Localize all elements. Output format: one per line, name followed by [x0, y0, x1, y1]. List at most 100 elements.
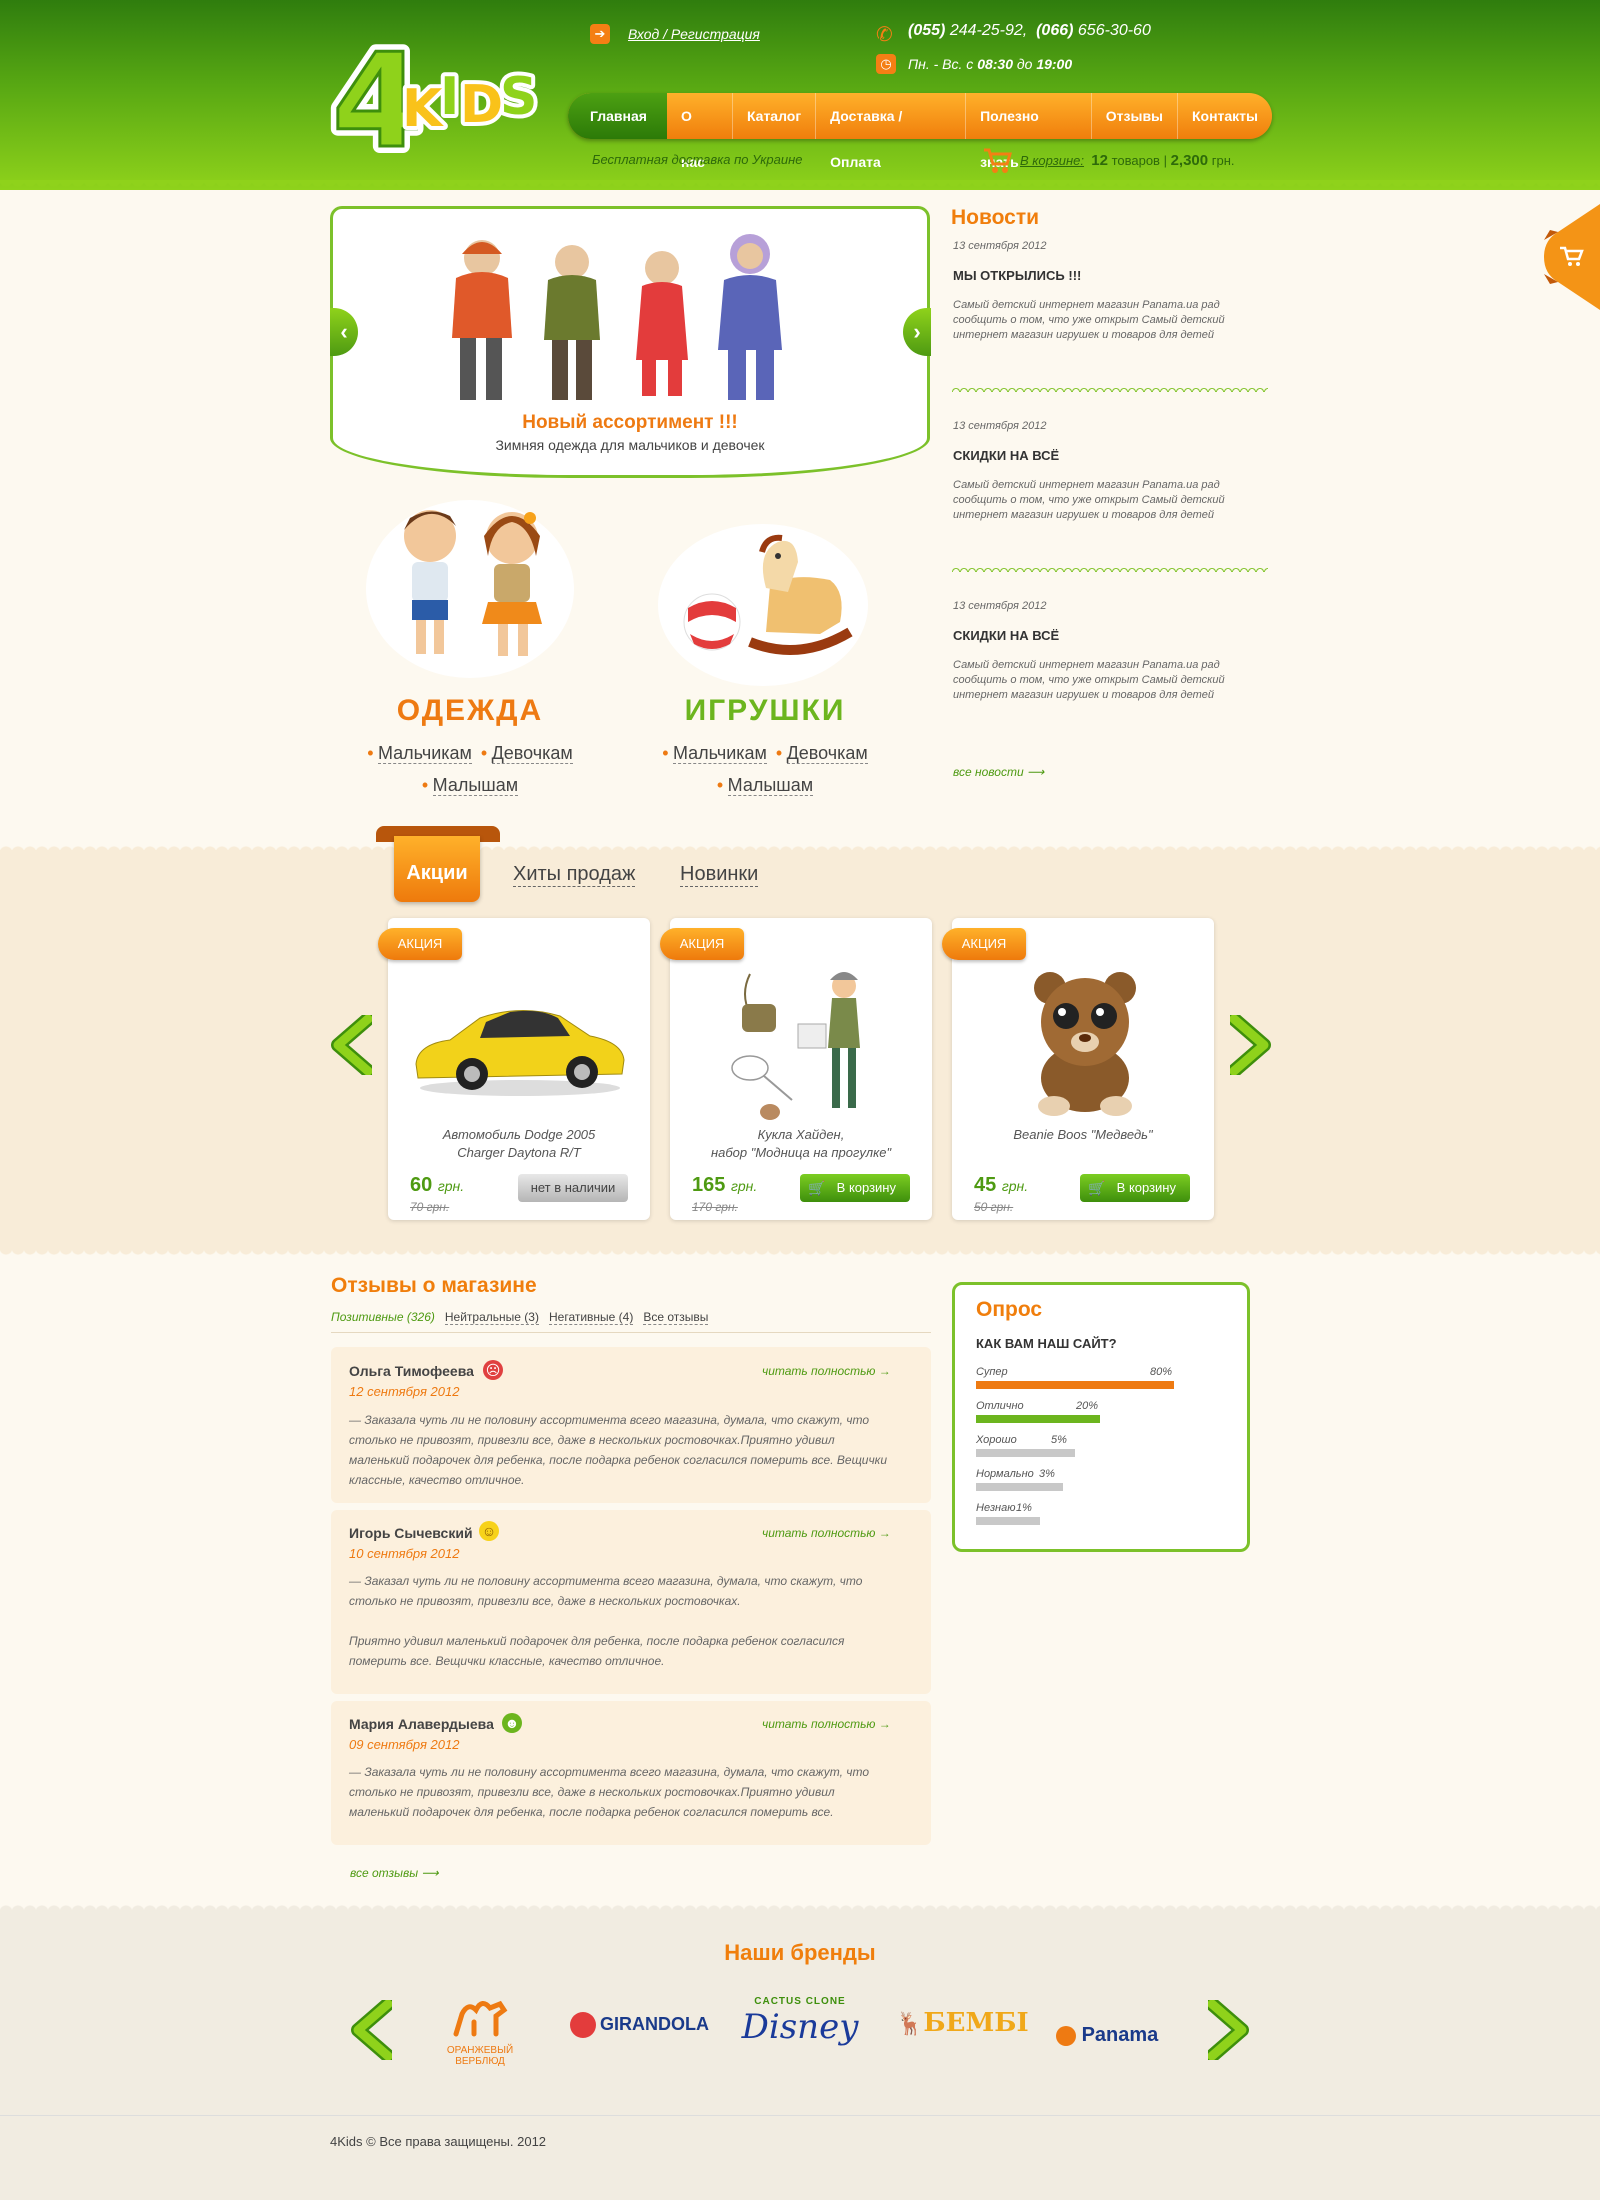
svg-text:D: D: [460, 75, 503, 135]
deer-icon: 🦌: [896, 2011, 924, 2037]
nav-contacts[interactable]: Контакты: [1178, 93, 1272, 139]
poll-options: Супер 80% Отлично 20% Хорошо 5% Нормально 3% Нез…: [976, 1366, 1224, 1536]
svg-text:K: K: [402, 79, 444, 139]
cart-count-unit: товаров: [1111, 153, 1160, 168]
phone2-code: (066): [1036, 22, 1074, 39]
product-old-price: 170 грн.: [692, 1200, 738, 1214]
filter-neutral[interactable]: Нейтральные (3): [444, 1310, 539, 1325]
product-name[interactable]: Автомобиль Dodge 2005 Charger Daytona R/T: [388, 1126, 650, 1162]
filter-all[interactable]: Все отзывы: [643, 1310, 709, 1325]
brand-logo-bembi[interactable]: 🦌БЕМБІ: [896, 2008, 1029, 2038]
poll-option[interactable]: Супер 80%: [976, 1366, 1224, 1400]
promo-wave-top: [0, 843, 1600, 853]
cart-icon: 🛒: [808, 1180, 826, 1196]
poll-question: КАК ВАМ НАШ САЙТ?: [976, 1336, 1117, 1351]
news-title[interactable]: СКИДКИ НА ВСЁ: [953, 628, 1059, 643]
login-icon: ➔: [590, 24, 610, 44]
poll-option-percent: 20%: [1076, 1400, 1099, 1412]
brands-prev-arrow[interactable]: [350, 2000, 392, 2060]
phone-icon: ✆: [876, 24, 893, 46]
neutral-smiley-icon: ☺: [479, 1521, 499, 1541]
tab-promotions[interactable]: Акции: [394, 836, 480, 902]
news-divider: [952, 386, 1268, 392]
product-old-price: 70 грн.: [410, 1200, 450, 1214]
negative-smiley-icon: ☹: [483, 1360, 503, 1380]
brand-logo-orange-camel[interactable]: ОРАНЖЕВЫЙ ВЕРБЛЮД: [430, 1994, 530, 2068]
product-old-price: 50 грн.: [974, 1200, 1014, 1214]
add-to-cart-button[interactable]: 🛒 В корзину: [800, 1174, 910, 1202]
cart-icon[interactable]: [982, 146, 1012, 174]
poll-option-percent: 3%: [1039, 1468, 1055, 1480]
brand-logo-cactus-disney[interactable]: CACTUS CLONE Disney: [740, 1996, 860, 2047]
clothes-babies-link[interactable]: Малышам: [432, 775, 519, 796]
clothes-category-image[interactable]: [380, 496, 560, 666]
review-date: 12 сентября 2012: [349, 1384, 460, 1399]
review-author: Ольга Тимофеева: [349, 1363, 474, 1379]
out-of-stock-button[interactable]: нет в наличии: [518, 1174, 628, 1202]
brand-logo-panama[interactable]: Panama: [1056, 2024, 1158, 2047]
products-next-arrow[interactable]: [1230, 1015, 1272, 1075]
nav-catalog[interactable]: Каталог: [733, 93, 815, 139]
brand-logo-girandola[interactable]: GIRANDOLA: [570, 2012, 709, 2038]
tab-new[interactable]: Новинки: [680, 862, 759, 887]
category-toys-title[interactable]: ИГРУШКИ: [650, 694, 880, 728]
brands-heading: Наши бренды: [724, 1940, 876, 1965]
poll-option-label: Хорошо: [976, 1434, 1017, 1446]
add-to-cart-button[interactable]: 🛒 В корзину: [1080, 1174, 1190, 1202]
promo-badge: АКЦИЯ: [660, 928, 744, 960]
product-image-bear[interactable]: [1010, 960, 1160, 1120]
cart-link[interactable]: В корзине:: [1020, 153, 1084, 168]
reviews-heading: Отзывы о магазине: [331, 1274, 537, 1297]
review-author: Мария Алавердыева: [349, 1716, 494, 1732]
nav-useful[interactable]: Полезно знать: [966, 93, 1091, 170]
toys-babies-link[interactable]: Малышам: [727, 775, 814, 796]
product-image-doll[interactable]: [720, 964, 890, 1124]
poll-option[interactable]: Нормально 3%: [976, 1468, 1224, 1502]
product-name[interactable]: Кукла Хайден, набор "Модница на прогулке": [670, 1126, 932, 1162]
filter-negative[interactable]: Негативные (4): [548, 1310, 634, 1325]
product-price: 60 грн.: [410, 1174, 465, 1196]
tab-bestsellers[interactable]: Хиты продаж: [513, 862, 636, 887]
nav-reviews[interactable]: Отзывы: [1092, 93, 1177, 139]
clothes-boys-link[interactable]: Мальчикам: [377, 743, 472, 764]
toys-links: • Мальчикам • Девочкам • Малышам: [662, 743, 868, 796]
login-link[interactable]: Вход / Регистрация: [628, 26, 760, 42]
clothes-girls-link[interactable]: Девочкам: [491, 743, 573, 764]
read-more-link[interactable]: читать полностью →: [762, 1526, 891, 1540]
all-news-link[interactable]: все новости ⟶: [953, 765, 1044, 779]
poll-option-label: Супер: [976, 1366, 1008, 1378]
slider-title: Новый ассортимент !!!: [522, 412, 738, 433]
nav-about[interactable]: О нас: [667, 93, 732, 170]
poll-heading: Опрос: [976, 1298, 1043, 1321]
phone2-number: 656-30-60: [1077, 22, 1151, 39]
news-title[interactable]: СКИДКИ НА ВСЁ: [953, 448, 1059, 463]
poll-option[interactable]: Хорошо 5%: [976, 1434, 1224, 1468]
cart-icon: 🛒: [1088, 1180, 1106, 1196]
all-reviews-link[interactable]: все отзывы ⟶: [350, 1866, 439, 1880]
cart-summary: В корзине: 12 товаров | 2,300 грн.: [1020, 152, 1235, 169]
filter-positive[interactable]: Позитивные (326): [331, 1310, 435, 1324]
camel-icon: [453, 2000, 508, 2037]
poll-option-bar: [976, 1381, 1174, 1389]
floating-cart-tab[interactable]: [1540, 204, 1600, 310]
read-more-link[interactable]: читать полностью →: [762, 1364, 891, 1378]
category-clothes-title[interactable]: ОДЕЖДА: [366, 694, 574, 728]
read-more-link[interactable]: читать полностью →: [762, 1717, 891, 1731]
toys-girls-link[interactable]: Девочкам: [786, 743, 868, 764]
products-prev-arrow[interactable]: [330, 1015, 372, 1075]
toys-boys-link[interactable]: Мальчикам: [672, 743, 767, 764]
brands-next-arrow[interactable]: [1208, 2000, 1250, 2060]
toys-category-image[interactable]: [670, 522, 870, 672]
poll-option[interactable]: Незнаю 1%: [976, 1502, 1224, 1536]
news-title[interactable]: МЫ ОТКРЫЛИСЬ !!!: [953, 268, 1081, 283]
review-text: — Заказал чуть ли не половину ассортимен…: [349, 1574, 863, 1608]
poll-option-bar: [976, 1517, 1040, 1525]
nav-delivery[interactable]: Доставка / Оплата: [816, 93, 965, 170]
free-delivery-note: Бесплатная доставка по Украине: [592, 152, 803, 167]
nav-home[interactable]: Главная: [568, 93, 667, 139]
girandola-icon: [570, 2012, 596, 2038]
product-image-car[interactable]: [410, 990, 630, 1100]
site-logo[interactable]: 4 4 KI DS KI DS: [330, 18, 550, 168]
poll-option[interactable]: Отлично 20%: [976, 1400, 1224, 1434]
product-name[interactable]: Beanie Boos "Медведь": [952, 1126, 1214, 1144]
